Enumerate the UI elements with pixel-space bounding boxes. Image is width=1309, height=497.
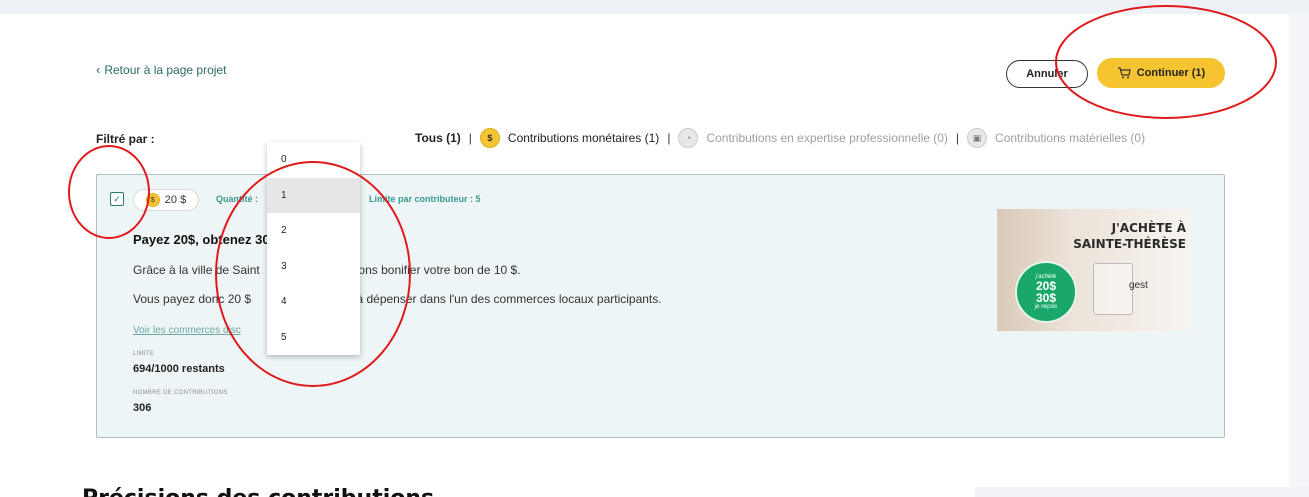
promo-value-2: 30$ xyxy=(1035,291,1057,305)
partners-link[interactable]: Voir les commerces disc xyxy=(133,325,241,336)
scroll-gutter xyxy=(1289,14,1309,497)
coin-icon: $ xyxy=(145,193,160,207)
filter-separator: | xyxy=(468,131,472,145)
continue-button-label: Continuer (1) xyxy=(1136,67,1206,79)
quantity-option[interactable]: 0 xyxy=(267,142,360,178)
dollar-icon: $ xyxy=(479,128,500,148)
quantity-dropdown[interactable]: 012345 xyxy=(267,142,360,355)
filter-label: Filtré par : xyxy=(96,132,155,146)
quantity-option[interactable]: 2 xyxy=(267,213,360,249)
cart-icon xyxy=(1117,67,1131,79)
chevron-left-icon: ‹ xyxy=(96,62,101,77)
promo-value-badge: j'achète 20$ 30$ je reçois xyxy=(1015,261,1077,323)
shopping-bag-icon xyxy=(1093,263,1133,315)
limit-per-contributor: Limite par contributeur : 5 xyxy=(369,194,481,204)
limit-value: 694/1000 restants xyxy=(133,363,225,375)
description-2a: Vous payez donc 20 $ xyxy=(133,292,252,306)
expertise-icon: ◔ xyxy=(678,128,699,148)
filter-material[interactable]: Contributions matérielles (0) xyxy=(995,131,1145,145)
quantity-option[interactable]: 3 xyxy=(267,249,360,285)
promo-headline-2: SAINTE-THÉRÈSE xyxy=(1073,237,1186,251)
quantity-label: Quantité : xyxy=(216,194,258,204)
continue-button[interactable]: Continuer (1) xyxy=(1097,58,1225,88)
promo-image: J'ACHÈTE À SAINTE-THÉRÈSE j'achète 20$ 3… xyxy=(997,209,1190,331)
description-1a: Grâce à la ville de Saint xyxy=(133,263,260,277)
promo-bottom-text: je reçois xyxy=(1034,304,1058,310)
top-band xyxy=(0,0,1309,14)
back-to-project-link[interactable]: ‹ Retour à la page projet xyxy=(96,62,226,77)
select-checkbox[interactable]: ✓ xyxy=(110,192,124,206)
filter-all[interactable]: Tous (1) xyxy=(415,131,461,145)
filter-separator: | xyxy=(667,131,671,145)
filter-monetary[interactable]: Contributions monétaires (1) xyxy=(508,131,659,145)
promo-headline-1: J'ACHÈTE À xyxy=(1111,221,1186,235)
card-title: Payez 20$, obtenez 30 xyxy=(133,232,270,247)
filter-bar: Tous (1) | $ Contributions monétaires (1… xyxy=(415,126,1145,150)
description-2b: 30 $ à dépenser dans l'un des commerces … xyxy=(329,292,662,306)
limit-label: LIMITE xyxy=(133,351,155,357)
back-link-label: Retour à la page projet xyxy=(104,62,227,77)
price-value: 20 $ xyxy=(164,194,187,206)
bottom-band xyxy=(975,487,1309,497)
filter-expertise[interactable]: Contributions en expertise professionnel… xyxy=(706,131,947,145)
cancel-button[interactable]: Annuler xyxy=(1006,60,1088,88)
material-icon: ▣ xyxy=(967,128,988,148)
contributions-value: 306 xyxy=(133,402,152,414)
section-heading: Précisions des contributions xyxy=(82,484,434,497)
quantity-option[interactable]: 1 xyxy=(267,177,360,213)
filter-separator: | xyxy=(955,131,960,145)
cancel-button-label: Annuler xyxy=(1026,68,1068,80)
promo-brand: gest xyxy=(1129,280,1148,291)
description-line-2: Vous payez donc 20 $ 30 $ à dépenser dan… xyxy=(133,292,662,306)
price-badge: $ 20 $ xyxy=(133,189,199,211)
description-1b: allons bonifier votre bon de 10 $. xyxy=(346,263,521,277)
checkmark-icon: ✓ xyxy=(113,193,121,204)
quantity-option[interactable]: 4 xyxy=(267,284,360,320)
contribution-card: ✓ $ 20 $ Quantité : Limite par contribut… xyxy=(96,174,1225,438)
quantity-option[interactable]: 5 xyxy=(267,320,360,356)
contributions-label: NOMBRE DE CONTRIBUTIONS xyxy=(133,390,228,396)
